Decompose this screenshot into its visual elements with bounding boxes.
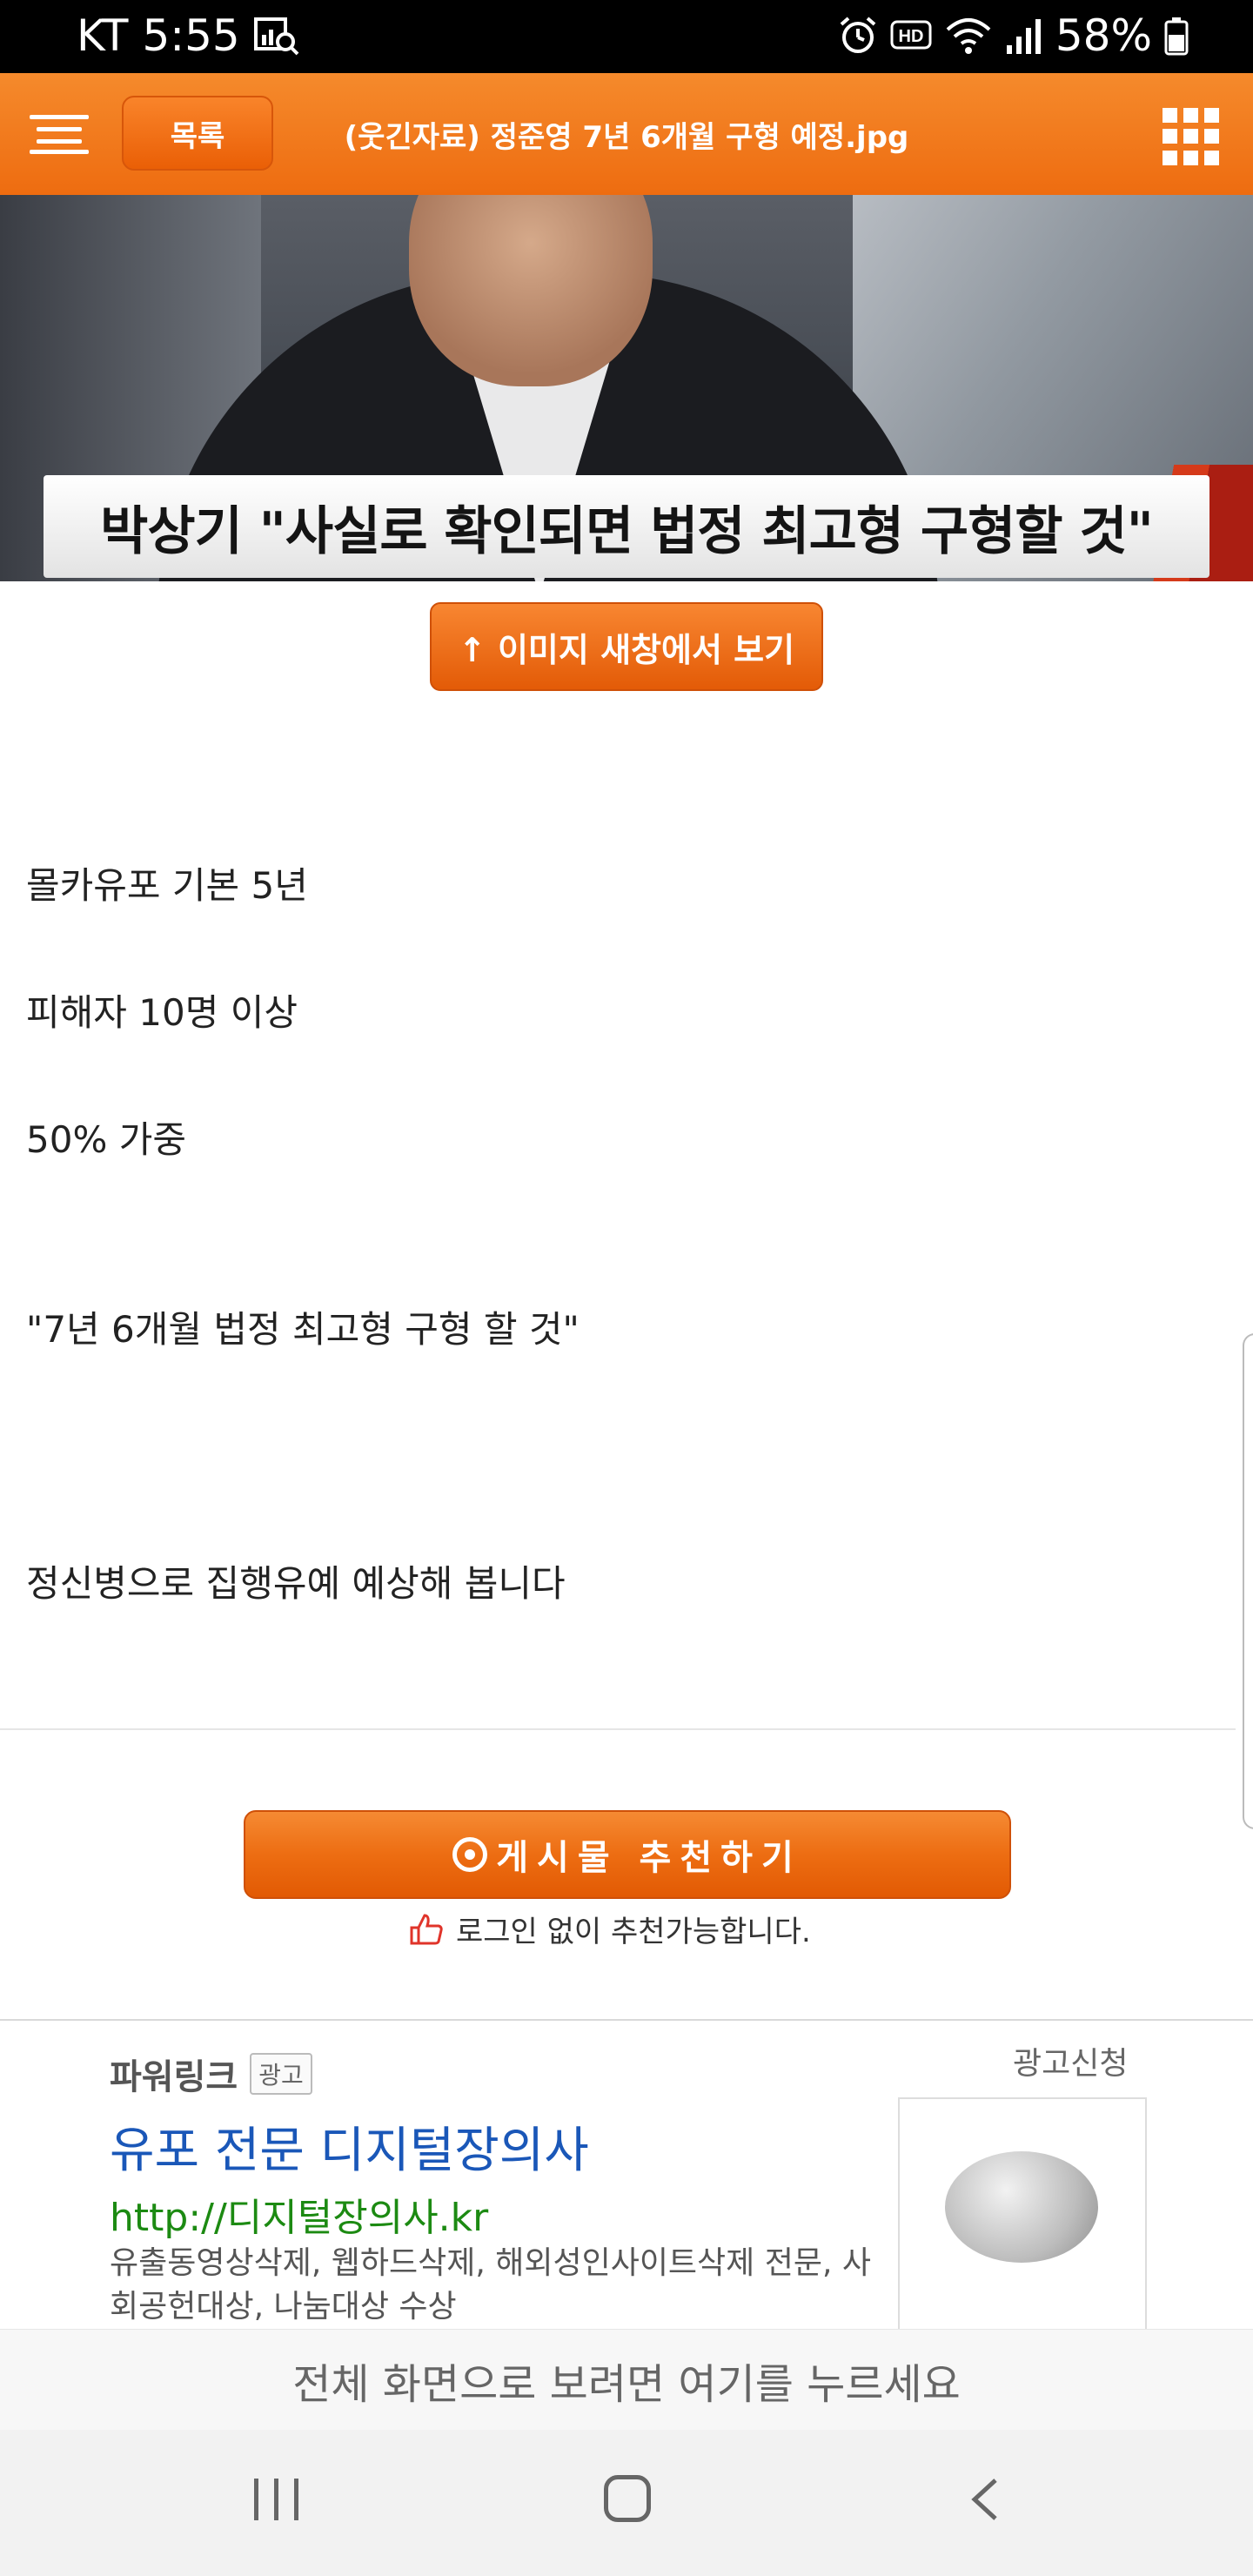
side-drawer-handle[interactable] — [1243, 1333, 1253, 1829]
powerlink-label: 파워링크 광고 — [110, 2049, 312, 2099]
ad-description: 유출동영상삭제, 웹하드삭제, 해외성인사이트삭제 전문, 사회공헌대상, 나눔… — [110, 2245, 871, 2324]
ad-url-link[interactable]: http://디지털장의사.kr — [110, 2186, 488, 2242]
home-icon[interactable] — [604, 2475, 651, 2522]
fullscreen-bar[interactable]: 전체 화면으로 보려면 여기를 누르세요 — [0, 2329, 1253, 2430]
divider — [0, 2019, 1253, 2021]
thumbs-up-icon — [410, 1913, 443, 1944]
post-image[interactable]: 박상기 "사실로 확인되면 법정 최고형 구형할 것" — [0, 195, 1253, 581]
ad-thumbnail-image[interactable] — [898, 2097, 1147, 2332]
recommend-post-button[interactable]: 게시물 추천하기 — [244, 1810, 1011, 1899]
ad-title-link[interactable]: 유포 전문 디지털장의사 — [110, 2111, 589, 2182]
system-navigation-bar — [0, 2430, 1253, 2576]
back-icon[interactable] — [968, 2477, 1002, 2522]
recommend-note-text: 로그인 없이 추천가능합니다. — [456, 1915, 811, 1949]
post-text-line: 몰카유포 기본 5년 — [26, 864, 308, 907]
view-image-new-window-button[interactable]: ↑ 이미지 새창에서 보기 — [430, 602, 823, 691]
status-bar: KT 5:55 HD 58% — [0, 0, 1253, 73]
menu-icon[interactable] — [30, 115, 89, 154]
post-text-line: 50% 가중 — [26, 1118, 186, 1161]
post-title: (웃긴자료) 정준영 7년 6개월 구형 예정.jpg — [344, 119, 909, 155]
hd-voice-icon: HD — [890, 20, 932, 50]
screenshot-search-icon — [253, 17, 299, 56]
news-caption: 박상기 "사실로 확인되면 법정 최고형 구형할 것" — [44, 475, 1209, 578]
carrier-label: KT — [77, 10, 129, 61]
divider — [0, 1728, 1236, 1730]
wifi-icon — [946, 18, 991, 54]
clock: 5:55 — [142, 10, 240, 61]
recommend-button-label: 게시물 추천하기 — [496, 1838, 802, 1878]
post-text-line: 피해자 10명 이상 — [26, 991, 298, 1034]
ad-badge: 광고 — [250, 2053, 312, 2095]
signal-icon — [1006, 19, 1041, 54]
post-text-line: 정신병으로 집행유예 예상해 봅니다 — [26, 1562, 566, 1605]
recommend-note: 로그인 없이 추천가능합니다. — [409, 1908, 811, 1950]
powerlink-text: 파워링크 — [110, 2057, 238, 2097]
ad-apply-link[interactable]: 광고신청 — [1013, 2038, 1128, 2083]
recent-apps-icon[interactable] — [254, 2479, 299, 2520]
battery-percent: 58% — [1055, 10, 1152, 61]
post-text-line: "7년 6개월 법정 최고형 구형 할 것" — [26, 1308, 580, 1351]
alarm-icon — [840, 17, 876, 53]
svg-text:HD: HD — [898, 27, 923, 46]
target-icon — [452, 1837, 488, 1872]
list-button[interactable]: 목록 — [122, 96, 273, 171]
battery-icon — [1164, 17, 1189, 56]
apps-grid-icon[interactable] — [1163, 108, 1220, 165]
app-header: 목록 (웃긴자료) 정준영 7년 6개월 구형 예정.jpg — [0, 73, 1253, 195]
